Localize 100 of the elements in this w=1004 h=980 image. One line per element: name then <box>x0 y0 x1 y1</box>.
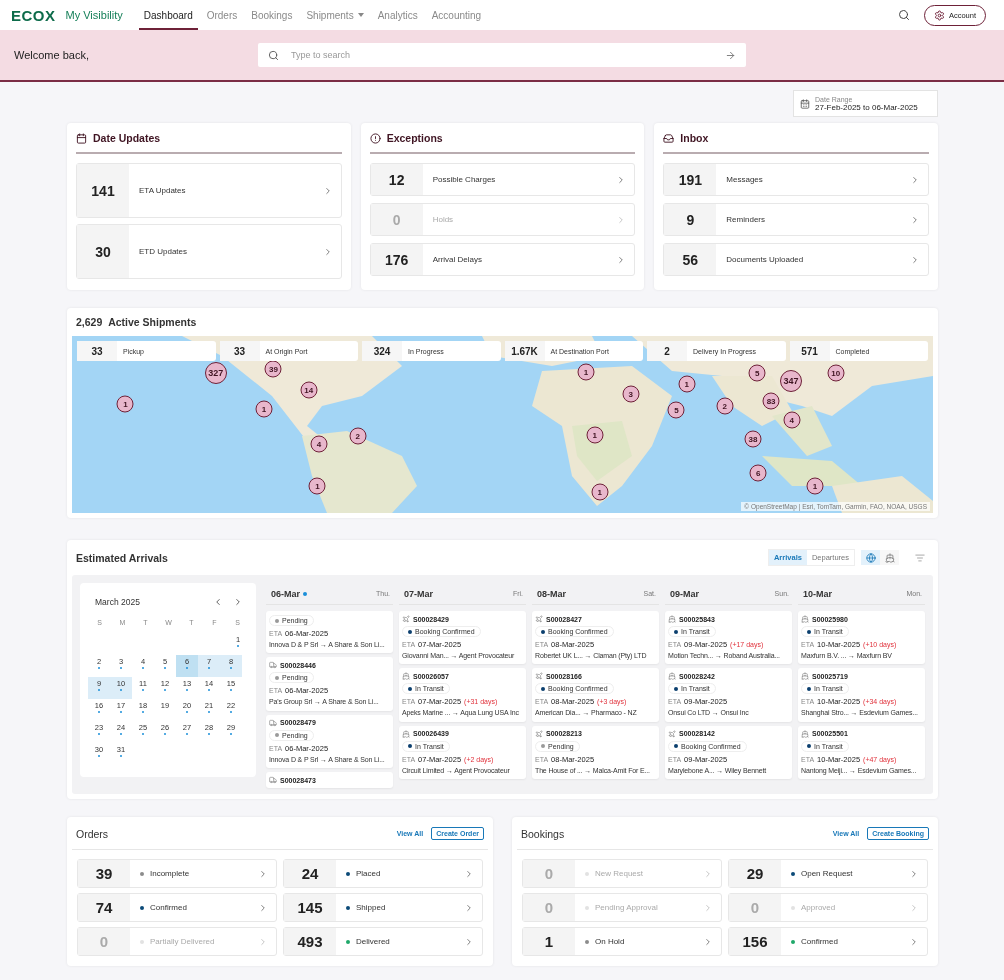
chevron-right-icon <box>909 868 919 879</box>
globe-icon <box>865 552 876 563</box>
stat-label: On Hold <box>595 937 626 947</box>
stat-label: ETD Updates <box>139 247 189 256</box>
chevron-right-icon <box>464 936 474 947</box>
card-title: Exceptions <box>386 132 443 144</box>
view-button[interactable] <box>861 550 880 565</box>
nav-tab[interactable]: Shipments <box>301 0 369 30</box>
stat-count: 176 <box>370 244 423 275</box>
stat-label: Holds <box>432 215 455 224</box>
card-title: 2,629 Active Shipments <box>75 316 198 330</box>
alert-icon <box>369 132 381 144</box>
stat-row[interactable]: 141 ETA Updates <box>76 163 342 218</box>
stat-count: 39 <box>78 860 130 888</box>
stat-row[interactable]: 145 Shipped <box>283 893 483 923</box>
card-title: Inbox <box>680 132 709 144</box>
stat-row[interactable]: 24 Placed <box>283 859 483 889</box>
stat-count: 24 <box>284 860 336 888</box>
stage-count: 2 <box>647 341 687 361</box>
calendar-icon <box>76 132 87 144</box>
column-date: 07-Mar <box>404 588 433 599</box>
stat-label: Shipped <box>356 903 387 913</box>
stat-label: Confirmed <box>801 937 839 947</box>
search-icon[interactable] <box>897 9 910 21</box>
stat-count: 0 <box>523 860 575 888</box>
logo[interactable]: ECOX <box>11 6 56 24</box>
chevron-right-icon <box>703 902 713 913</box>
column-date: 08-Mar <box>537 588 566 599</box>
chevron-right-icon <box>258 868 268 879</box>
stat-count: 0 <box>78 928 130 956</box>
nav-tab[interactable]: Analytics <box>372 0 423 30</box>
stat-row[interactable]: 9 Reminders <box>663 203 929 236</box>
field-value: 27-Feb-2025 to 06-Mar-2025 <box>815 102 918 112</box>
stat-row[interactable]: 493 Delivered <box>283 927 483 957</box>
stage-count: 571 <box>789 341 830 361</box>
stat-label: Placed <box>356 869 382 879</box>
card-title: Estimated Arrivals <box>76 551 169 564</box>
search-icon <box>268 49 279 61</box>
stat-row[interactable]: 1 On Hold <box>522 927 722 957</box>
next-button[interactable] <box>233 597 243 607</box>
chevron-right-icon <box>464 902 474 913</box>
stat-count: 493 <box>284 928 336 956</box>
column-date: 09-Mar <box>670 588 699 599</box>
stat-label: Partially Delivered <box>150 937 216 947</box>
stat-row[interactable]: 29 Open Request <box>728 859 928 889</box>
search-input[interactable]: Type to search <box>289 49 715 61</box>
stat-label: Open Request <box>801 869 854 879</box>
stat-row[interactable]: 176 Arrival Delays <box>369 243 636 276</box>
chevron-right-icon <box>464 868 474 879</box>
stat-count: 1 <box>523 928 575 956</box>
chevron-right-icon <box>910 214 920 225</box>
card-title: Orders <box>76 827 110 840</box>
stat-label: Documents Uploaded <box>726 255 805 264</box>
view-button[interactable] <box>880 550 899 565</box>
stage-count: 1.67K <box>504 341 545 361</box>
settings-icon <box>933 9 945 21</box>
ship-icon <box>884 552 895 563</box>
product-name: My Visibility <box>65 9 123 21</box>
stat-label: Reminders <box>726 215 766 224</box>
stat-row[interactable]: 191 Messages <box>663 163 929 196</box>
stat-count: 0 <box>523 894 575 922</box>
stage-count: 33 <box>219 341 260 361</box>
previous-button[interactable] <box>213 597 223 607</box>
chevron-right-icon <box>910 254 920 265</box>
column-date: 10-Mar <box>803 588 832 599</box>
stat-label: Possible Charges <box>432 175 497 184</box>
stat-label: Approved <box>801 903 837 913</box>
stat-label: New Request <box>595 869 645 879</box>
card-title: Bookings <box>521 827 566 840</box>
nav-tab[interactable]: Bookings <box>246 0 298 30</box>
stat-label: Pending Approval <box>595 903 659 913</box>
card-title: Date Updates <box>93 132 161 144</box>
stat-row[interactable]: 56 Documents Uploaded <box>663 243 929 276</box>
stat-count: 29 <box>729 860 781 888</box>
stat-count: 30 <box>77 225 129 278</box>
stage-count: 324 <box>362 341 402 361</box>
stat-row[interactable]: 39 Incomplete <box>77 859 277 889</box>
calendar-icon <box>800 98 810 109</box>
stat-label: Arrival Delays <box>432 255 483 264</box>
calendar-month: March 2025 <box>95 597 141 607</box>
arrow-right-icon[interactable] <box>725 49 736 61</box>
stat-count: 191 <box>664 164 717 195</box>
stat-label: Incomplete <box>150 869 191 879</box>
welcome-text: Welcome back, <box>14 49 90 61</box>
stage-count: 33 <box>77 341 117 361</box>
chevron-right-icon <box>909 936 919 947</box>
stat-label: Confirmed <box>150 903 188 913</box>
chevron-right-icon <box>703 936 713 947</box>
inbox-icon <box>663 132 675 144</box>
stat-row[interactable]: 12 Possible Charges <box>369 163 636 196</box>
stat-row[interactable]: 156 Confirmed <box>728 927 928 957</box>
search-field[interactable]: Type to search <box>258 43 746 67</box>
chevron-right-icon <box>909 902 919 913</box>
stat-row[interactable]: 74 Confirmed <box>77 893 277 923</box>
nav-tab[interactable]: Accounting <box>426 0 487 30</box>
nav-tab[interactable]: Orders <box>201 0 243 30</box>
stat-label: Messages <box>726 175 764 184</box>
chevron-right-icon <box>910 174 920 185</box>
stat-label: ETA Updates <box>139 186 187 195</box>
stat-row[interactable]: 30 ETD Updates <box>76 224 342 279</box>
